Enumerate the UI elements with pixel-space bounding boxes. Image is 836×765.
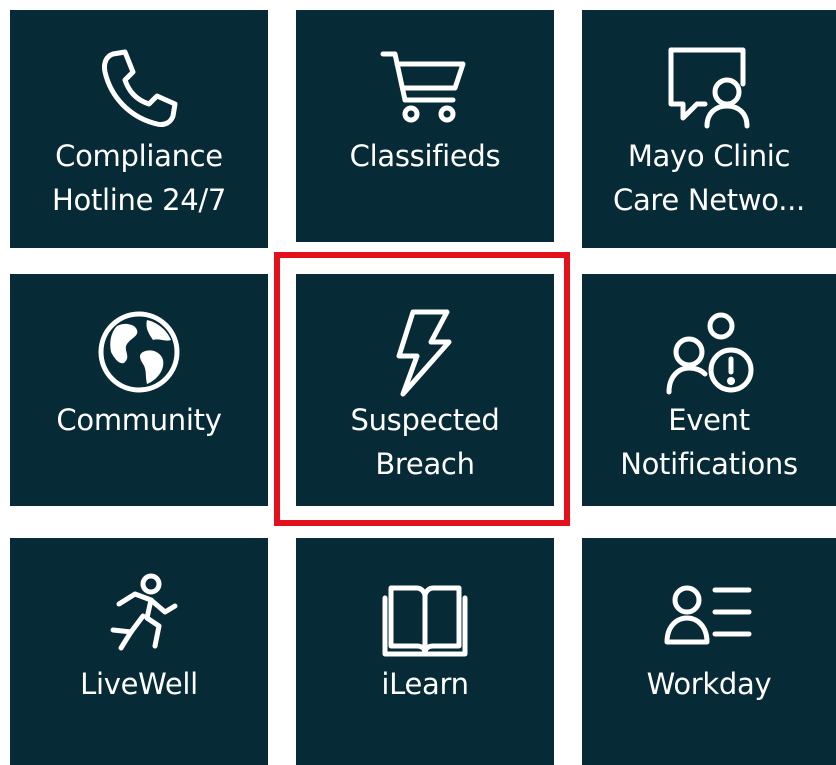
people-alert-icon — [661, 304, 757, 400]
globe-icon — [91, 304, 187, 400]
tile-label: Workday — [646, 667, 772, 701]
tile-suspected-breach[interactable]: Suspected Breach — [296, 274, 554, 506]
tile-label: Suspected Breach — [350, 403, 500, 481]
tile-label: Community — [56, 403, 222, 437]
running-person-icon — [91, 568, 187, 664]
tile-livewell[interactable]: LiveWell — [10, 538, 268, 765]
person-list-icon — [661, 568, 757, 664]
tile-label: Event Notifications — [620, 403, 798, 481]
tile-community[interactable]: Community — [10, 274, 268, 506]
tile-label: iLearn — [381, 667, 469, 701]
tile-ilearn[interactable]: iLearn — [296, 538, 554, 765]
tile-label: Mayo Clinic Care Netwo... — [613, 139, 805, 217]
tile-classifieds[interactable]: Classifieds — [296, 10, 554, 242]
tile-label: Classifieds — [349, 139, 501, 173]
tile-label: Compliance Hotline 24/7 — [52, 139, 226, 217]
tile-care-network[interactable]: Mayo Clinic Care Netwo... — [582, 10, 836, 248]
tile-compliance-hotline[interactable]: Compliance Hotline 24/7 — [10, 10, 268, 248]
tile-event-notifications[interactable]: Event Notifications — [582, 274, 836, 506]
phone-icon — [91, 40, 187, 136]
chat-person-icon — [661, 40, 757, 136]
tile-workday[interactable]: Workday — [582, 538, 836, 765]
book-icon — [377, 568, 473, 664]
lightning-icon — [377, 304, 473, 400]
cart-icon — [377, 40, 473, 136]
tile-label: LiveWell — [80, 667, 198, 701]
